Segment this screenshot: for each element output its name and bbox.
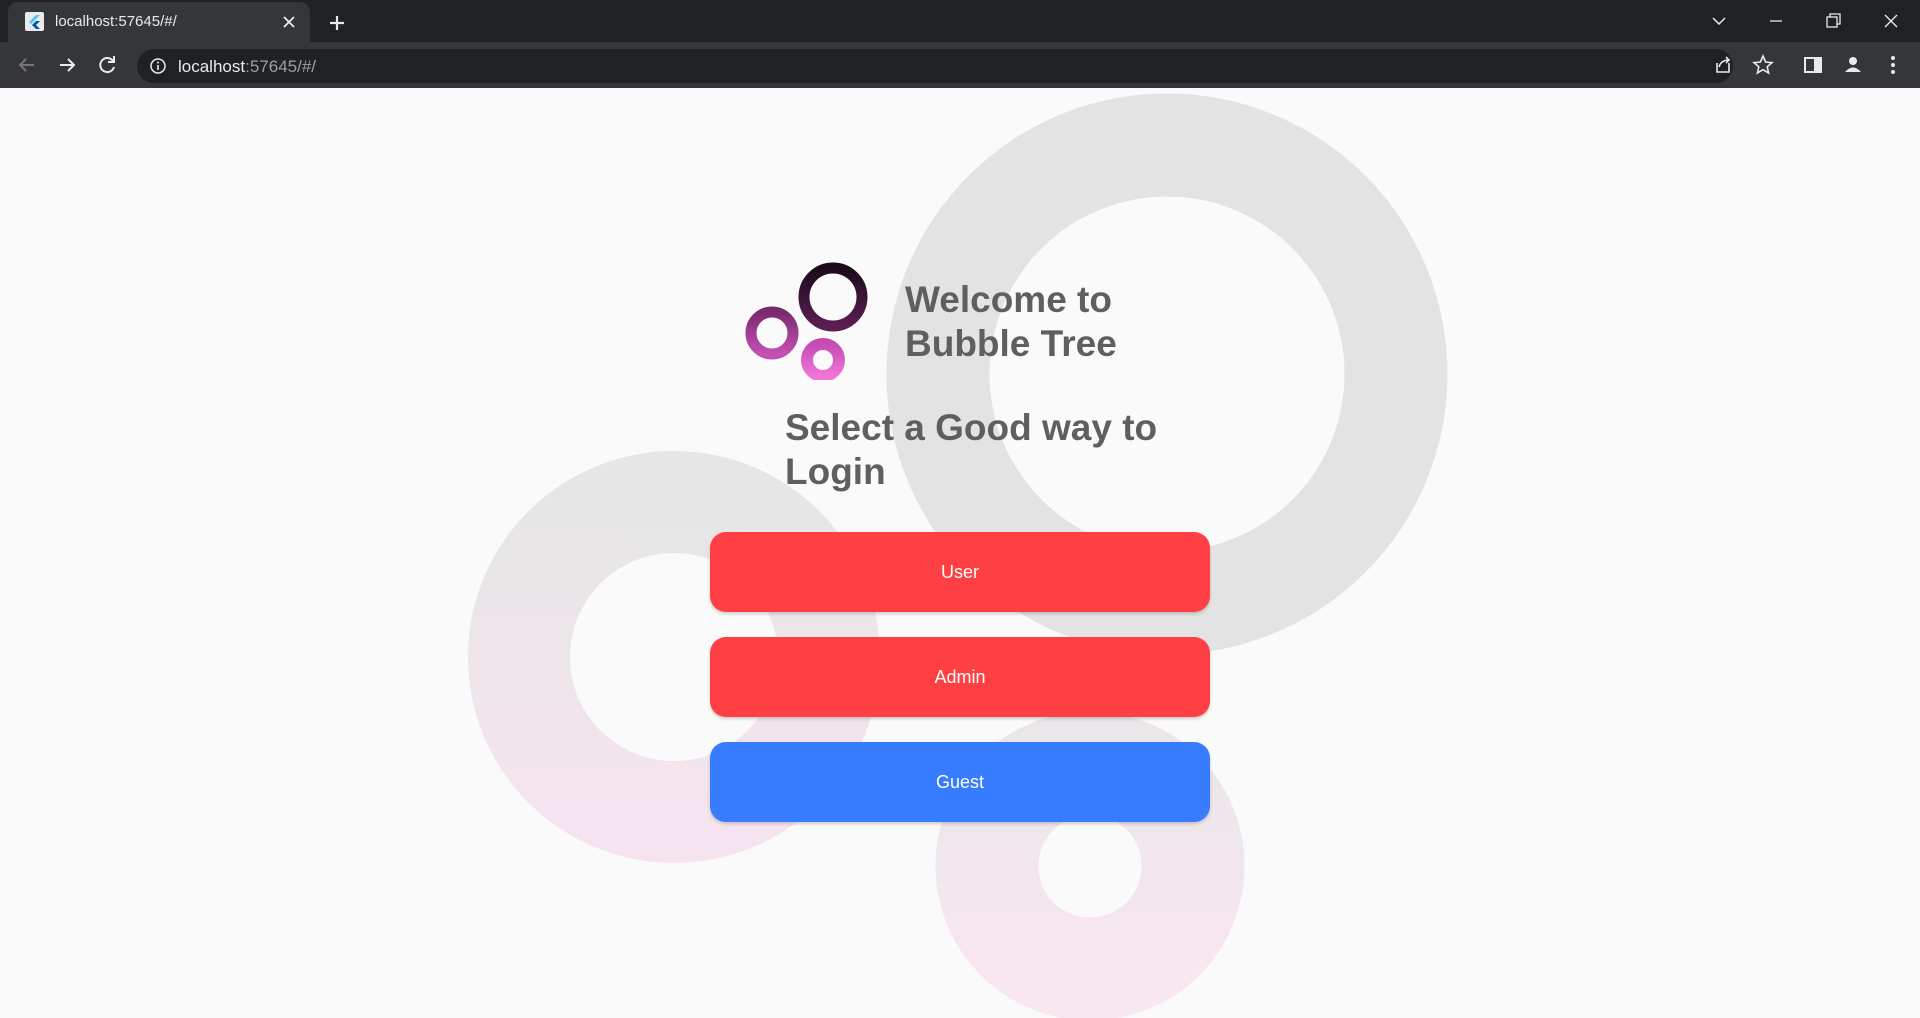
plus-icon[interactable] — [323, 9, 351, 37]
login-prompt-line-1: Select a Good way to — [785, 407, 1158, 448]
url-text: localhost:57645/#/ — [178, 57, 317, 76]
browser-tab-strip: localhost:57645/#/ — [0, 0, 1920, 42]
page-content: Welcome to Bubble Tree Select a Good way… — [0, 88, 1920, 1018]
side-panel-icon[interactable] — [1799, 51, 1827, 79]
tab-title: localhost:57645/#/ — [55, 13, 177, 30]
welcome-line-2: Bubble Tree — [905, 323, 1117, 364]
close-window-icon[interactable] — [1876, 6, 1906, 36]
minimize-icon[interactable] — [1761, 6, 1791, 36]
more-vert-icon[interactable] — [1879, 51, 1907, 79]
flutter-favicon-icon — [25, 12, 44, 31]
share-icon[interactable] — [1709, 51, 1737, 79]
address-bar[interactable]: localhost:57645/#/ — [137, 49, 1733, 83]
forward-arrow-icon[interactable] — [53, 51, 81, 79]
restore-icon[interactable] — [1818, 6, 1848, 36]
reload-icon[interactable] — [93, 51, 121, 79]
profile-icon[interactable] — [1839, 51, 1867, 79]
browser-toolbar: localhost:57645/#/ — [0, 42, 1920, 88]
close-icon[interactable] — [280, 13, 298, 31]
bubble-logo-icon — [745, 262, 868, 380]
user-login-button[interactable]: User — [710, 532, 1210, 612]
login-prompt-line-2: Login — [785, 451, 886, 492]
guest-login-button[interactable]: Guest — [710, 742, 1210, 822]
admin-login-button[interactable]: Admin — [710, 637, 1210, 717]
info-icon[interactable] — [149, 57, 167, 75]
welcome-heading: Welcome to Bubble Tree — [905, 278, 1165, 366]
browser-tab[interactable]: localhost:57645/#/ — [8, 2, 310, 42]
chevron-down-icon[interactable] — [1704, 6, 1734, 36]
login-prompt-heading: Select a Good way to Login — [785, 406, 1158, 494]
star-icon[interactable] — [1749, 51, 1777, 79]
welcome-line-1: Welcome to — [905, 279, 1112, 320]
back-arrow-icon[interactable] — [13, 51, 41, 79]
